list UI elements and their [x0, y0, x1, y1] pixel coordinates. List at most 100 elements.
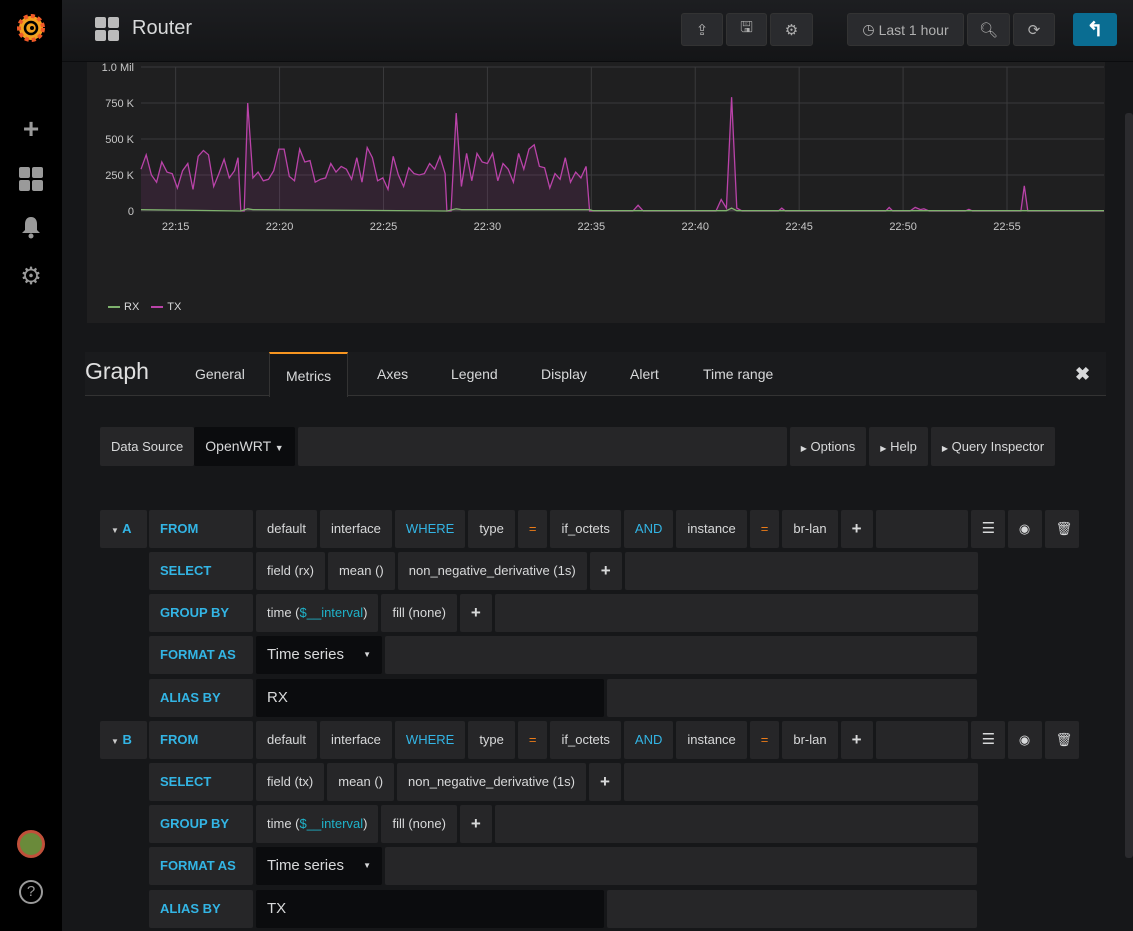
legend-item-tx[interactable]: TX [151, 301, 181, 313]
share-icon: ⇪ [695, 21, 709, 39]
tab-display[interactable]: Display [541, 352, 587, 396]
graph-chart[interactable]: 0 250 K 500 K 750 K 1.0 Mil 22:15 22:20 22:25 22… [87, 62, 1114, 323]
transform-part[interactable]: non_negative_derivative (1s) [397, 552, 587, 590]
alias-input[interactable]: RX [256, 679, 604, 717]
where-keyword: WHERE [394, 510, 466, 548]
gear-icon[interactable]: ⚙ [15, 260, 47, 292]
menu-icon[interactable]: ☰ [970, 721, 1005, 759]
tag-value[interactable]: if_octets [550, 510, 621, 548]
add-group-button[interactable]: + [459, 594, 492, 632]
datasource-select[interactable]: OpenWRT ▼ [194, 427, 295, 466]
grafana-logo[interactable] [15, 12, 47, 44]
y-tick-label: 250 K [105, 170, 134, 182]
options-button[interactable]: ▶ Options [789, 427, 867, 466]
zoom-out-icon: 🔍︎ [978, 21, 999, 39]
measurement[interactable]: interface [320, 510, 392, 548]
legend-item-rx[interactable]: RX [108, 301, 139, 313]
close-editor-icon[interactable]: ✖ [1075, 352, 1090, 396]
back-to-dashboard-button[interactable]: ↰ [1073, 13, 1117, 46]
time-fn: time ( [267, 816, 300, 831]
dashboard-title[interactable]: Router [132, 17, 192, 40]
row-filler [494, 805, 978, 843]
tag-value[interactable]: br-lan [782, 510, 838, 548]
aggregation-part[interactable]: mean () [327, 552, 395, 590]
tag-key[interactable]: instance [676, 510, 747, 548]
tag-value[interactable]: br-lan [782, 721, 838, 759]
add-select-button[interactable]: + [588, 763, 621, 801]
time-group[interactable]: time ($__interval) [256, 594, 379, 632]
zoom-out-button[interactable]: 🔍︎ [967, 13, 1010, 46]
gear-icon: ⚙ [784, 21, 799, 39]
add-condition-button[interactable]: + [840, 510, 873, 548]
operator[interactable]: = [749, 721, 780, 759]
retention-policy[interactable]: default [256, 510, 318, 548]
and-condition[interactable]: AND [623, 510, 674, 548]
tag-key[interactable]: type [468, 721, 515, 759]
scrollbar[interactable] [1125, 113, 1133, 858]
alias-input[interactable]: TX [256, 890, 604, 928]
share-button[interactable]: ⇪ [681, 13, 723, 46]
eye-icon[interactable]: ◉ [1007, 510, 1042, 548]
bell-icon[interactable] [15, 211, 47, 243]
x-tick-label: 22:25 [370, 221, 398, 233]
tab-axes[interactable]: Axes [377, 352, 408, 396]
graph-panel: 0 250 K 500 K 750 K 1.0 Mil 22:15 22:20 22:25 22… [87, 62, 1114, 323]
query-inspector-button[interactable]: ▶ Query Inspector [930, 427, 1056, 466]
row-filler [607, 679, 977, 717]
format-value: Time series [267, 646, 344, 663]
operator[interactable]: = [517, 510, 548, 548]
time-picker-button[interactable]: ◷ Last 1 hour [847, 13, 964, 46]
row-filler [623, 763, 978, 801]
alias-row: ALIAS BY RX [149, 679, 977, 717]
add-group-button[interactable]: + [459, 805, 492, 843]
query-ref-toggle[interactable]: ▼ B [100, 721, 147, 759]
x-tick-label: 22:55 [993, 221, 1021, 233]
operator[interactable]: = [517, 721, 548, 759]
save-button[interactable]: 🖫 [726, 13, 767, 46]
trash-icon[interactable]: 🗑︎ [1044, 721, 1079, 759]
time-range-label: Last 1 hour [878, 21, 949, 38]
help-label: Help [890, 439, 917, 454]
time-group[interactable]: time ($__interval) [256, 805, 379, 843]
field-part[interactable]: field (tx) [256, 763, 325, 801]
operator[interactable]: = [749, 510, 780, 548]
format-row: FORMAT AS Time series ▼ [149, 847, 977, 885]
tab-time-range[interactable]: Time range [703, 352, 773, 396]
fill-part[interactable]: fill (none) [381, 594, 457, 632]
add-condition-button[interactable]: + [840, 721, 873, 759]
query-ref-toggle[interactable]: ▼ A [100, 510, 147, 548]
and-condition[interactable]: AND [623, 721, 674, 759]
trash-icon[interactable]: 🗑︎ [1044, 510, 1079, 548]
avatar[interactable] [15, 828, 47, 860]
clock-icon: ◷ [862, 21, 875, 37]
tab-alert[interactable]: Alert [630, 352, 659, 396]
tab-metrics[interactable]: Metrics [269, 352, 349, 397]
help-button[interactable]: ▶ Help [869, 427, 928, 466]
aggregation-part[interactable]: mean () [327, 763, 395, 801]
refresh-button[interactable]: ⟳ [1013, 13, 1055, 46]
tag-value[interactable]: if_octets [550, 721, 621, 759]
eye-icon[interactable]: ◉ [1007, 721, 1042, 759]
x-tick-label: 22:50 [889, 221, 917, 233]
retention-policy[interactable]: default [256, 721, 318, 759]
tab-general[interactable]: General [195, 352, 245, 396]
tab-legend[interactable]: Legend [451, 352, 498, 396]
add-select-button[interactable]: + [589, 552, 622, 590]
fill-part[interactable]: fill (none) [381, 805, 457, 843]
plus-icon[interactable]: + [15, 113, 47, 145]
tag-key[interactable]: instance [676, 721, 747, 759]
format-select[interactable]: Time series ▼ [256, 636, 382, 674]
field-part[interactable]: field (rx) [256, 552, 325, 590]
dashboards-icon[interactable] [15, 163, 47, 195]
where-keyword: WHERE [394, 721, 466, 759]
help-icon[interactable]: ? [15, 876, 47, 908]
settings-button[interactable]: ⚙ [770, 13, 813, 46]
row-filler [385, 847, 977, 885]
measurement[interactable]: interface [320, 721, 392, 759]
transform-part[interactable]: non_negative_derivative (1s) [397, 763, 586, 801]
format-select[interactable]: Time series ▼ [256, 847, 382, 885]
menu-icon[interactable]: ☰ [970, 510, 1005, 548]
tag-key[interactable]: type [468, 510, 515, 548]
row-filler [875, 510, 968, 548]
y-tick-label: 500 K [105, 134, 134, 146]
